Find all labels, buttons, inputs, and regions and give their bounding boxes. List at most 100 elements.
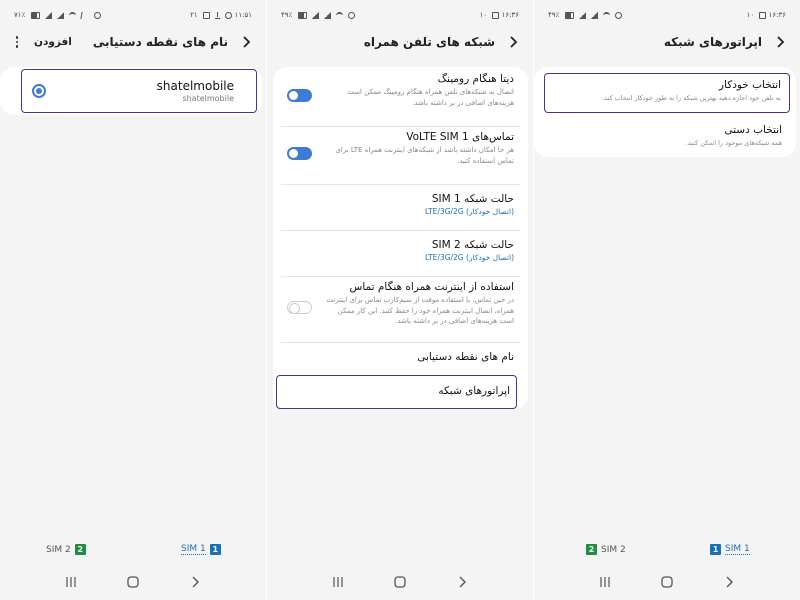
back-nav-button[interactable] <box>719 572 739 592</box>
status-bar: ۷۱٪ ۲۱ ۱۱:۵۱ <box>14 8 252 22</box>
chevron-right-icon <box>777 36 785 48</box>
battery-text: ۷۱٪ <box>14 11 26 19</box>
radio-selected-icon[interactable] <box>32 84 46 98</box>
page-title: شبکه های تلفن همراه <box>363 35 495 49</box>
setting-apn[interactable]: نام های نقطه دستیابی <box>281 347 520 373</box>
option-automatic-select[interactable]: انتخاب خودکار به تلفن خود اجازه دهید بهت… <box>544 73 790 113</box>
image-icon <box>202 11 210 19</box>
apn-item-shatelmobile[interactable]: shatelmobile shatelmobile <box>21 69 257 113</box>
setting-network-operators[interactable]: اپراتورهای شبکه <box>276 375 517 409</box>
tab-sim1[interactable]: SIM 1 1 <box>181 544 221 555</box>
battery-text: ۴۹٪ <box>548 11 560 19</box>
recents-icon <box>66 577 76 587</box>
back-nav-button[interactable] <box>185 572 205 592</box>
tab-sim2[interactable]: 2 SIM 2 <box>586 544 626 555</box>
setting-title: استفاده از اینترنت همراه هنگام تماس <box>349 281 514 293</box>
signal-icon <box>578 11 586 19</box>
chevron-right-icon <box>726 576 733 588</box>
setting-desc: هر جا امکان داشته باشد از شبکه‌های اینتر… <box>335 146 514 165</box>
data-roaming-toggle[interactable] <box>287 89 312 102</box>
data-during-calls-toggle[interactable] <box>287 301 312 314</box>
home-button[interactable] <box>657 572 677 592</box>
signal-icon-2 <box>323 11 331 19</box>
option-desc: به تلفن خود اجازه دهید بهترین شبکه را به… <box>602 94 781 102</box>
setting-network-mode-sim2[interactable]: حالت شبکه SIM 2 LTE/3G/2G (اتصال خودکار) <box>281 235 520 277</box>
setting-value: LTE/3G/2G (اتصال خودکار) <box>424 207 514 216</box>
setting-title: حالت شبکه SIM 1 <box>431 193 514 205</box>
back-button[interactable] <box>770 32 790 52</box>
setting-desc: اتصال به شبکه‌های تلفن همراه هنگام رومین… <box>347 88 514 107</box>
setting-title: نام های نقطه دستیابی <box>417 351 514 363</box>
sim1-badge-icon: 1 <box>710 544 721 555</box>
clock-text: ۱۶:۳۶ <box>768 11 786 19</box>
bluetooth-icon <box>80 11 90 19</box>
sim1-badge-icon: 1 <box>209 544 221 555</box>
signal-icon-2 <box>590 11 598 19</box>
recents-button[interactable] <box>61 572 81 592</box>
battery-icon <box>564 11 574 19</box>
back-button[interactable] <box>503 32 523 52</box>
apn-subtitle: shatelmobile <box>182 94 234 103</box>
nav-bar <box>0 570 266 594</box>
recents-button[interactable] <box>328 572 348 592</box>
mobile-networks-screen: ۴۹٪ ۱۰ ۱۶:۳۶ شبکه های تلفن همراه دیتا هن… <box>267 0 533 600</box>
image-icon <box>492 11 500 19</box>
chevron-right-icon <box>192 576 199 588</box>
setting-value: LTE/3G/2G (اتصال خودکار) <box>424 253 514 262</box>
setting-data-during-calls[interactable]: استفاده از اینترنت همراه هنگام تماس در ح… <box>281 281 520 343</box>
option-title: انتخاب خودکار <box>718 79 781 91</box>
sim2-badge-icon: 2 <box>74 544 86 555</box>
volte-toggle[interactable] <box>287 147 312 160</box>
setting-data-roaming[interactable]: دیتا هنگام رومینگ اتصال به شبکه‌های تلفن… <box>281 73 520 127</box>
setting-title: دیتا هنگام رومینگ <box>437 73 514 85</box>
tab-sim1[interactable]: 1 SIM 1 <box>710 544 750 555</box>
page-title: نام های نقطه دستیابی <box>92 35 228 49</box>
status-number: ۱۰ <box>746 11 755 19</box>
signal-icon <box>311 11 319 19</box>
home-icon <box>394 576 406 588</box>
app-bar: شبکه های تلفن همراه <box>277 30 523 54</box>
option-desc: همه شبکه‌های موجود را اسکن کنید. <box>685 139 782 147</box>
home-button[interactable] <box>123 572 143 592</box>
download-icon <box>215 11 221 19</box>
tab-sim2[interactable]: SIM 2 2 <box>46 544 86 555</box>
signal-icon <box>44 11 52 19</box>
sim-tabs: SIM 2 2 SIM 1 1 <box>0 544 266 560</box>
setting-title: تماس‌های VoLTE SIM 1 <box>406 131 514 143</box>
app-bar: نام های نقطه دستیابی افزودن <box>10 30 256 54</box>
status-bar: ۴۹٪ ۱۰ ۱۶:۳۶ <box>281 8 519 22</box>
sim-tabs: 2 SIM 2 1 SIM 1 <box>534 544 800 560</box>
home-icon <box>661 576 673 588</box>
home-button[interactable] <box>390 572 410 592</box>
mute-icon <box>615 11 623 19</box>
page-title: اپراتورهای شبکه <box>663 35 762 49</box>
setting-volte-sim1[interactable]: تماس‌های VoLTE SIM 1 هر جا امکان داشته ب… <box>281 131 520 185</box>
wifi-icon <box>69 11 77 19</box>
image-icon <box>759 11 767 19</box>
status-number: ۱۰ <box>479 11 488 19</box>
option-manual-select[interactable]: انتخاب دستی همه شبکه‌های موجود را اسکن ک… <box>544 121 790 153</box>
signal-icon-2 <box>56 11 64 19</box>
sim2-badge-icon: 2 <box>586 544 597 555</box>
more-options-icon[interactable] <box>10 33 24 51</box>
clock-icon <box>225 11 233 19</box>
wifi-icon <box>603 11 611 19</box>
chevron-right-icon <box>459 576 466 588</box>
add-apn-button[interactable]: افزودن <box>34 36 72 48</box>
mute-icon <box>348 11 356 19</box>
apn-screen: ۷۱٪ ۲۱ ۱۱:۵۱ نام های نقطه دستیابی افزودن… <box>0 0 266 600</box>
setting-network-mode-sim1[interactable]: حالت شبکه SIM 1 LTE/3G/2G (اتصال خودکار) <box>281 189 520 231</box>
clock-text: ۱۱:۵۱ <box>234 11 252 19</box>
nav-bar <box>534 570 800 594</box>
recents-icon <box>333 577 343 587</box>
setting-desc: در حین تماس، با استفاده موقت از سیم‌کارت… <box>326 296 514 325</box>
back-nav-button[interactable] <box>452 572 472 592</box>
back-button[interactable] <box>236 32 256 52</box>
recents-button[interactable] <box>595 572 615 592</box>
operators-card: انتخاب خودکار به تلفن خود اجازه دهید بهت… <box>534 67 796 157</box>
battery-text: ۴۹٪ <box>281 11 293 19</box>
chevron-right-icon <box>510 36 518 48</box>
nav-bar <box>267 570 533 594</box>
setting-title: اپراتورهای شبکه <box>438 385 510 397</box>
app-bar: اپراتورهای شبکه <box>544 30 790 54</box>
